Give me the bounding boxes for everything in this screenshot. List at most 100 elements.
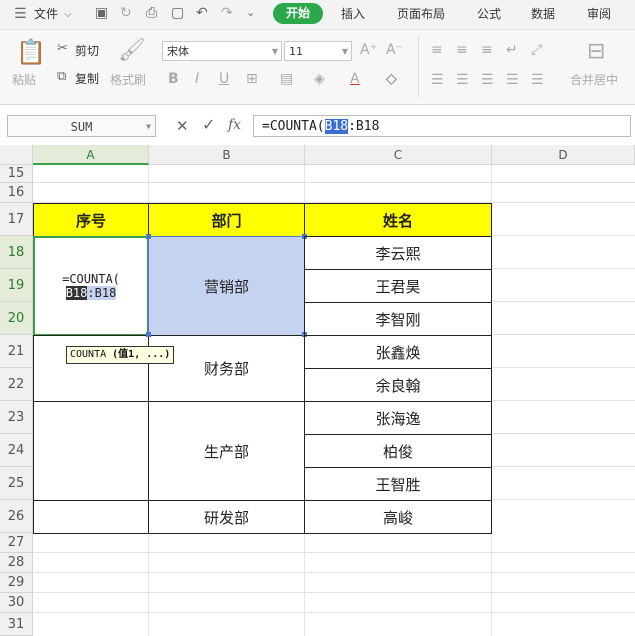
distribute-icon[interactable]: ☰ bbox=[531, 73, 544, 87]
align-left-icon[interactable]: ☰ bbox=[431, 73, 444, 87]
format-painter-icon[interactable]: 🖌 bbox=[118, 40, 146, 62]
increase-font-icon[interactable]: A⁺ bbox=[360, 43, 377, 57]
eraser-icon[interactable]: ◇ bbox=[386, 72, 397, 86]
header-cell-name[interactable]: 姓名 bbox=[304, 203, 492, 237]
align-top-icon[interactable]: ≡ bbox=[431, 43, 443, 57]
name-cell[interactable]: 王智胜 bbox=[304, 467, 492, 501]
name-cell[interactable]: 王君昊 bbox=[304, 269, 492, 303]
chevron-down-icon[interactable]: ⌵ bbox=[64, 8, 72, 22]
select-all-corner[interactable] bbox=[0, 145, 33, 165]
name-cell[interactable]: 余良翰 bbox=[304, 368, 492, 402]
file-menu[interactable]: 文件 bbox=[34, 5, 58, 22]
font-name-select[interactable]: 宋体 ▼ bbox=[162, 41, 282, 61]
column-header-a[interactable]: A bbox=[33, 145, 149, 165]
dept-cell-rnd[interactable]: 研发部 bbox=[148, 500, 305, 534]
confirm-check-icon[interactable]: ✓ bbox=[202, 117, 215, 133]
cell-style-icon[interactable]: ▤ bbox=[280, 72, 293, 86]
formula-bar: SUM ▼ ✕ ✓ fx =COUNTA(B18:B18 bbox=[0, 105, 635, 146]
decrease-font-icon[interactable]: A⁻ bbox=[386, 43, 403, 57]
row-header[interactable]: 21 bbox=[0, 335, 33, 368]
spreadsheet-grid[interactable]: A B C D 15 16 17 18 19 20 21 22 23 24 25… bbox=[0, 145, 635, 636]
align-center-icon[interactable]: ☰ bbox=[456, 73, 469, 87]
paste-icon[interactable]: 📋 bbox=[16, 40, 46, 64]
fill-color-icon[interactable]: ◈ bbox=[314, 72, 325, 86]
dept-cell-production[interactable]: 生产部 bbox=[148, 401, 305, 501]
name-cell[interactable]: 张鑫焕 bbox=[304, 335, 492, 369]
header-cell-seq[interactable]: 序号 bbox=[33, 203, 149, 237]
row-header[interactable]: 20 bbox=[0, 302, 33, 335]
redo-icon[interactable]: ↷ bbox=[221, 6, 233, 20]
font-size-select[interactable]: 11 ▼ bbox=[284, 41, 352, 61]
underline-button[interactable]: U bbox=[219, 72, 229, 86]
cut-button[interactable]: 剪切 bbox=[75, 42, 99, 59]
column-header-d[interactable]: D bbox=[492, 145, 635, 165]
tab-data[interactable]: 数据 bbox=[531, 5, 555, 22]
row-header[interactable]: 24 bbox=[0, 434, 33, 467]
align-right-icon[interactable]: ☰ bbox=[481, 73, 494, 87]
save-icon[interactable]: ▣ bbox=[95, 6, 108, 20]
scissors-icon[interactable]: ✂ bbox=[57, 42, 68, 56]
tab-insert[interactable]: 插入 bbox=[341, 5, 365, 22]
row-header[interactable]: 15 bbox=[0, 165, 33, 183]
font-color-button[interactable]: A bbox=[350, 72, 360, 86]
row-header[interactable]: 29 bbox=[0, 573, 33, 593]
fx-insert-function-icon[interactable]: fx bbox=[228, 118, 241, 132]
row-header[interactable]: 28 bbox=[0, 553, 33, 573]
copy-button[interactable]: 复制 bbox=[75, 70, 99, 87]
justify-icon[interactable]: ☰ bbox=[506, 73, 519, 87]
italic-button[interactable]: I bbox=[195, 72, 199, 86]
tooltip-function-args: (值1, ...) bbox=[112, 349, 171, 360]
row-header[interactable]: 27 bbox=[0, 533, 33, 553]
print-icon[interactable]: ⎙ bbox=[146, 6, 157, 20]
column-header-b[interactable]: B bbox=[149, 145, 305, 165]
copy-icon[interactable]: ⧉ bbox=[57, 70, 66, 84]
row-header[interactable]: 19 bbox=[0, 269, 33, 302]
print-preview-icon[interactable]: ▢ bbox=[171, 6, 184, 20]
row-header[interactable]: 25 bbox=[0, 467, 33, 500]
name-cell[interactable]: 高峻 bbox=[304, 500, 492, 534]
editing-cell-a18[interactable]: =COUNTA( B18:B18 bbox=[33, 236, 149, 336]
wrap-text-icon[interactable]: ↵ bbox=[506, 43, 518, 57]
align-bottom-icon[interactable]: ≡ bbox=[481, 43, 493, 57]
align-middle-icon[interactable]: ≡ bbox=[456, 43, 468, 57]
row-header[interactable]: 18 bbox=[0, 236, 33, 269]
cell-a26[interactable] bbox=[33, 500, 149, 534]
row-header[interactable]: 26 bbox=[0, 500, 33, 533]
row-header[interactable]: 17 bbox=[0, 203, 33, 236]
name-cell[interactable]: 张海逸 bbox=[304, 401, 492, 435]
tab-start[interactable]: 开始 bbox=[273, 3, 323, 24]
name-cell[interactable]: 李云熙 bbox=[304, 236, 492, 270]
merged-cell-a23[interactable] bbox=[33, 401, 149, 501]
row-header[interactable]: 23 bbox=[0, 401, 33, 434]
tab-review[interactable]: 审阅 bbox=[587, 5, 611, 22]
quick-access-dropdown-icon[interactable]: ⌄ bbox=[246, 6, 255, 20]
name-box[interactable]: SUM ▼ bbox=[7, 115, 156, 137]
border-icon[interactable]: ⊞ bbox=[246, 72, 258, 86]
rotate-text-icon[interactable]: ⤢ bbox=[531, 43, 542, 57]
row-header[interactable]: 30 bbox=[0, 593, 33, 613]
paste-label[interactable]: 粘贴 bbox=[12, 71, 36, 88]
tab-page-layout[interactable]: 页面布局 bbox=[397, 5, 445, 22]
name-cell[interactable]: 李智刚 bbox=[304, 302, 492, 336]
name-cell[interactable]: 柏俊 bbox=[304, 434, 492, 468]
chevron-down-icon[interactable]: ▼ bbox=[146, 116, 151, 138]
column-header-c[interactable]: C bbox=[305, 145, 492, 165]
cloud-icon[interactable]: ↻ bbox=[120, 6, 132, 20]
row-header[interactable]: 22 bbox=[0, 368, 33, 401]
selection-handle[interactable] bbox=[146, 234, 151, 239]
cancel-icon[interactable]: ✕ bbox=[176, 119, 189, 134]
row-header[interactable]: 16 bbox=[0, 183, 33, 203]
row-header[interactable]: 31 bbox=[0, 613, 33, 636]
format-painter-label[interactable]: 格式刷 bbox=[110, 71, 146, 88]
header-cell-dept[interactable]: 部门 bbox=[148, 203, 305, 237]
hamburger-menu-icon[interactable]: ☰ bbox=[14, 7, 27, 21]
merge-cells-icon[interactable]: ⊟ bbox=[587, 41, 605, 63]
dept-cell-marketing[interactable]: 营销部 bbox=[148, 236, 305, 336]
bold-button[interactable]: B bbox=[168, 72, 179, 86]
merge-center-button[interactable]: 合并居中 bbox=[570, 71, 618, 88]
tab-formula[interactable]: 公式 bbox=[477, 5, 501, 22]
formula-input[interactable]: =COUNTA(B18:B18 bbox=[253, 115, 631, 137]
undo-icon[interactable]: ↶ bbox=[196, 6, 208, 20]
gridline bbox=[33, 612, 635, 613]
selection-handle[interactable] bbox=[146, 332, 151, 337]
